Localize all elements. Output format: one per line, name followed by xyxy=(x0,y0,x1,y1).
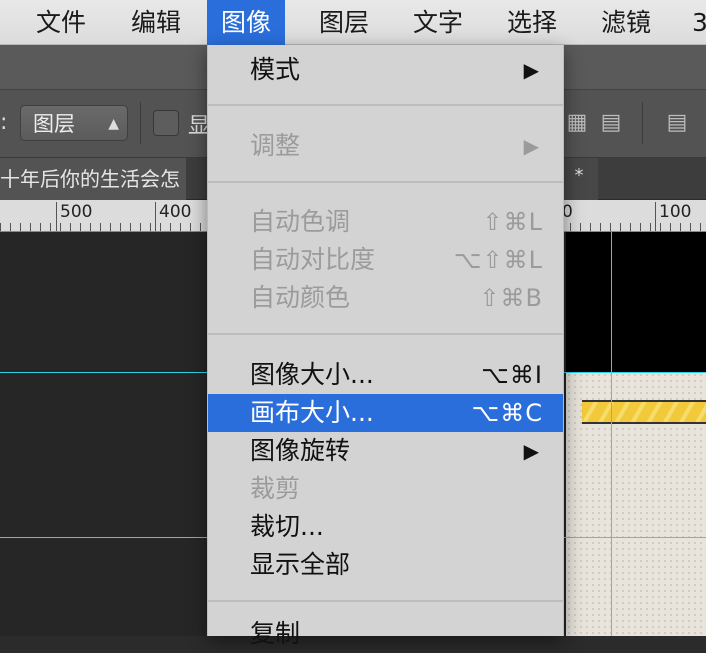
document-tab[interactable]: 十年后你的生活会怎 xyxy=(0,158,186,200)
submenu-arrow-icon: ▶ xyxy=(523,58,539,82)
chevron-updown-icon: ▲ xyxy=(108,116,119,132)
menu-select[interactable]: 选择 xyxy=(493,0,571,45)
menu-item-auto-tone[interactable]: 自动色调 ⇧⌘L xyxy=(208,203,563,241)
auto-select-dropdown[interactable]: 图层 ▲ xyxy=(20,105,128,141)
ruler-label: 100 xyxy=(659,202,692,222)
menu-separator xyxy=(208,181,563,183)
align-right-edges-icon[interactable]: ▦ xyxy=(564,108,590,138)
submenu-arrow-icon: ▶ xyxy=(523,439,539,463)
menu-item-label: 图像大小... xyxy=(250,360,374,389)
show-transform-controls-checkbox[interactable] xyxy=(153,110,179,136)
menu-item-mode[interactable]: 模式 ▶ xyxy=(208,51,563,89)
menu-item-crop[interactable]: 裁剪 xyxy=(208,470,563,508)
distribute-top-icon[interactable]: ▤ xyxy=(664,108,690,138)
menu-item-shortcut: ⌥⇧⌘L xyxy=(453,246,543,274)
menu-item-image-rotation[interactable]: 图像旋转 ▶ xyxy=(208,432,563,470)
menu-item-image-size[interactable]: 图像大小... ⌥⌘I xyxy=(208,356,563,394)
menu-item-canvas-size[interactable]: 画布大小... ⌥⌘C xyxy=(208,394,563,432)
menu-bar: 文件 编辑 图像 图层 文字 选择 滤镜 3 xyxy=(0,0,706,45)
toolbar-divider xyxy=(140,102,141,144)
menu-item-shortcut: ⌥⌘I xyxy=(481,361,543,389)
toolbar-divider xyxy=(642,102,643,144)
align-right-icon[interactable]: ▤ xyxy=(598,108,624,138)
auto-select-value: 图层 xyxy=(33,112,75,136)
ruler-major-tick xyxy=(56,202,57,231)
menu-layer[interactable]: 图层 xyxy=(305,0,383,45)
menu-item-shortcut: ⌥⌘C xyxy=(471,399,543,427)
ruler-label: 400 xyxy=(159,202,192,222)
ruler-major-tick xyxy=(655,202,656,231)
menu-separator xyxy=(208,600,563,602)
menu-item-duplicate[interactable]: 复制 xyxy=(208,615,563,653)
menu-item-label: 自动色调 xyxy=(250,207,351,236)
image-menu-dropdown: 模式 ▶ 调整 ▶ 自动色调 ⇧⌘L 自动对比度 ⌥⇧⌘L 自动颜色 ⇧⌘B 图… xyxy=(207,45,564,648)
menu-item-trim[interactable]: 裁切... xyxy=(208,508,563,546)
menu-item-label: 裁切... xyxy=(250,512,324,541)
menu-type[interactable]: 文字 xyxy=(399,0,477,45)
menu-item-shortcut: ⇧⌘L xyxy=(482,208,543,236)
options-label-colon: : xyxy=(0,110,8,135)
menu-item-label: 裁剪 xyxy=(250,474,301,503)
guide-vertical[interactable] xyxy=(611,232,612,636)
menu-separator xyxy=(208,104,563,106)
menu-item-auto-contrast[interactable]: 自动对比度 ⌥⇧⌘L xyxy=(208,241,563,279)
menu-item-auto-color[interactable]: 自动颜色 ⇧⌘B xyxy=(208,279,563,317)
ruler-label: 500 xyxy=(60,202,93,222)
document-tab-secondary[interactable]: * xyxy=(560,158,598,200)
menu-file[interactable]: 文件 xyxy=(22,0,100,45)
menu-item-label: 调整 xyxy=(250,131,301,160)
menu-item-adjustments[interactable]: 调整 ▶ xyxy=(208,127,563,165)
menu-item-label: 复制 xyxy=(250,619,301,648)
menu-image[interactable]: 图像 xyxy=(207,0,286,45)
menu-item-label: 模式 xyxy=(250,55,301,84)
ruler-major-tick xyxy=(155,202,156,231)
menu-edit[interactable]: 编辑 xyxy=(117,0,195,45)
submenu-arrow-icon: ▶ xyxy=(523,134,539,158)
menu-item-shortcut: ⇧⌘B xyxy=(479,284,543,312)
menu-item-label: 画布大小... xyxy=(250,398,374,427)
menu-item-reveal-all[interactable]: 显示全部 xyxy=(208,546,563,584)
menu-item-label: 自动颜色 xyxy=(250,283,351,312)
menu-separator xyxy=(208,333,563,335)
canvas-image-black-area[interactable] xyxy=(566,232,706,372)
menu-item-label: 图像旋转 xyxy=(250,436,351,465)
menu-item-label: 显示全部 xyxy=(250,550,351,579)
menu-item-label: 自动对比度 xyxy=(250,245,376,274)
canvas-tape-graphic xyxy=(582,400,706,424)
menu-3d[interactable]: 3 xyxy=(678,0,706,45)
menu-filter[interactable]: 滤镜 xyxy=(587,0,665,45)
